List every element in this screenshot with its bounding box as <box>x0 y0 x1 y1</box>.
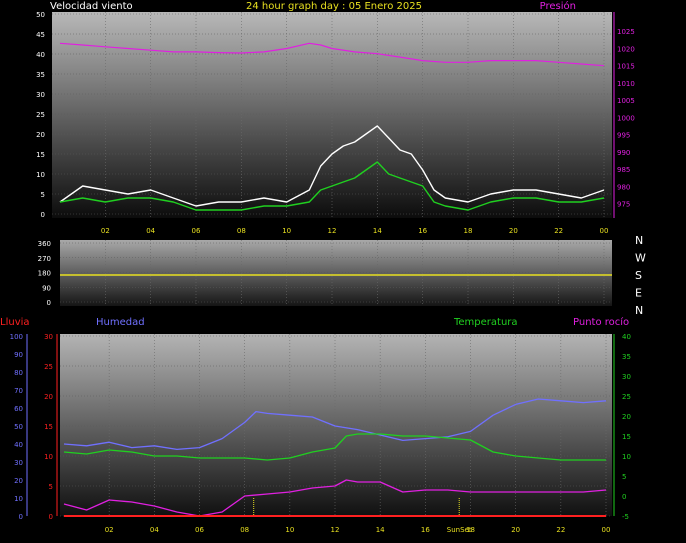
temp-y-tick-label: 35 <box>622 353 631 361</box>
hour-tick-label: 16 <box>421 526 430 534</box>
direction-y-tick-label: 270 <box>38 255 51 263</box>
hour-tick-label: 18 <box>464 227 473 235</box>
hour-tick-label: 02 <box>101 227 110 235</box>
direction-y-tick-label: 0 <box>47 299 51 307</box>
graph-title: 24 hour graph day : 05 Enero 2025 <box>246 1 422 12</box>
rain-y-tick-label: 25 <box>44 363 53 371</box>
dewpoint-axis-title: Punto rocío <box>573 316 629 328</box>
humidity-y-tick-label: 40 <box>14 441 23 449</box>
pressure-axis-title: Presión <box>540 0 576 12</box>
wind-y-tick-label: 30 <box>36 91 45 99</box>
hour-tick-label: 08 <box>240 526 249 534</box>
hour-tick-label: 22 <box>556 526 565 534</box>
rain-y-tick-label: 30 <box>44 333 53 341</box>
humidity-y-tick-label: 30 <box>14 459 23 467</box>
hour-tick-label: 14 <box>373 227 382 235</box>
hour-tick-label: 02 <box>105 526 114 534</box>
wind-speed-axis-title: Velocidad viento <box>50 1 133 12</box>
rain-y-tick-label: 20 <box>44 393 53 401</box>
temp-y-tick-label: 10 <box>622 453 631 461</box>
wind-y-tick-label: 15 <box>36 151 45 159</box>
pressure-y-tick-label: 1025 <box>617 28 635 36</box>
direction-y-tick-label: 360 <box>38 240 51 248</box>
hour-tick-label: 12 <box>331 526 340 534</box>
compass-label: E <box>635 287 642 300</box>
wind-y-tick-label: 45 <box>36 31 45 39</box>
pressure-y-tick-label: 990 <box>617 149 630 157</box>
hour-tick-label: 10 <box>285 526 294 534</box>
temp-y-tick-label: 40 <box>622 333 631 341</box>
compass-label: N <box>635 234 643 247</box>
compass-label: W <box>635 252 646 265</box>
temp-y-tick-label: 15 <box>622 433 631 441</box>
temp-plot-area <box>60 334 612 516</box>
wind-y-tick-label: 0 <box>41 211 45 219</box>
wind-y-tick-label: 25 <box>36 111 45 119</box>
pressure-y-tick-label: 985 <box>617 166 630 174</box>
humidity-y-tick-label: 100 <box>10 333 23 341</box>
pressure-y-tick-label: 1010 <box>617 80 635 88</box>
temperature-axis-title: Temperatura <box>453 317 518 328</box>
hour-tick-label: 06 <box>192 227 201 235</box>
hour-tick-label: 12 <box>328 227 337 235</box>
humidity-y-tick-label: 90 <box>14 351 23 359</box>
compass-label: S <box>635 269 642 282</box>
humidity-y-tick-label: 70 <box>14 387 23 395</box>
wind-y-tick-label: 5 <box>41 191 45 199</box>
hour-tick-label: 10 <box>282 227 291 235</box>
weather-graph: Velocidad viento 24 hour graph day : 05 … <box>0 0 646 534</box>
hour-tick-label: 20 <box>511 526 520 534</box>
hour-tick-label: 20 <box>509 227 518 235</box>
temp-y-tick-label: -5 <box>622 513 629 521</box>
hour-tick-label: 04 <box>150 526 159 534</box>
pressure-y-tick-label: 1015 <box>617 63 635 71</box>
temp-y-tick-label: 25 <box>622 393 631 401</box>
hour-tick-label: 22 <box>554 227 563 235</box>
direction-y-tick-label: 90 <box>42 284 51 292</box>
humidity-y-tick-label: 80 <box>14 369 23 377</box>
wind-pressure-panel: 05101520253035404550 9759809859909951000… <box>36 11 635 235</box>
rain-axis-title: Lluvia <box>0 317 30 328</box>
wind-y-tick-label: 50 <box>36 11 45 19</box>
pressure-y-tick-label: 975 <box>617 201 630 209</box>
hour-tick-label: 08 <box>237 227 246 235</box>
pressure-y-tick-label: 1020 <box>617 45 635 53</box>
hour-tick-label: 00 <box>600 227 609 235</box>
pressure-y-tick-label: 1000 <box>617 114 635 122</box>
humidity-axis-title: Humedad <box>96 317 145 328</box>
hour-tick-label: 04 <box>146 227 155 235</box>
rain-y-tick-label: 15 <box>44 423 53 431</box>
temp-y-tick-label: 30 <box>622 373 631 381</box>
humidity-y-tick-label: 60 <box>14 405 23 413</box>
temp-y-tick-label: 0 <box>622 493 626 501</box>
direction-y-tick-label: 180 <box>38 270 51 278</box>
humidity-y-tick-label: 10 <box>14 495 23 503</box>
direction-plot-area <box>60 240 612 306</box>
wind-y-tick-label: 40 <box>36 51 45 59</box>
wind-y-tick-label: 20 <box>36 131 45 139</box>
temp-y-tick-label: 20 <box>622 413 631 421</box>
pressure-y-tick-label: 995 <box>617 132 630 140</box>
rain-y-tick-label: 5 <box>49 483 53 491</box>
compass-label: N <box>635 304 643 317</box>
wind-direction-panel: 090180270360 NWSEN <box>38 234 646 317</box>
humidity-y-tick-label: 50 <box>14 423 23 431</box>
rain-y-tick-label: 10 <box>44 453 53 461</box>
pressure-y-tick-label: 980 <box>617 183 630 191</box>
sunset-label: SunSet <box>447 526 472 534</box>
pressure-y-tick-label: 1005 <box>617 97 635 105</box>
hour-tick-label: 14 <box>376 526 385 534</box>
temp-y-tick-label: 5 <box>622 473 626 481</box>
humidity-y-tick-label: 20 <box>14 477 23 485</box>
hour-tick-label: 00 <box>602 526 611 534</box>
wind-y-tick-label: 10 <box>36 171 45 179</box>
wind-y-tick-label: 35 <box>36 71 45 79</box>
hour-tick-label: 06 <box>195 526 204 534</box>
temp-humidity-panel: 0 10 20 30 40 50 60 70 80 90 100 0 5 10 15 20 25 30 -5 0 5… <box>10 333 631 534</box>
humidity-y-tick-label: 0 <box>19 513 23 521</box>
hour-tick-label: 16 <box>418 227 427 235</box>
rain-y-tick-label: 0 <box>49 513 53 521</box>
